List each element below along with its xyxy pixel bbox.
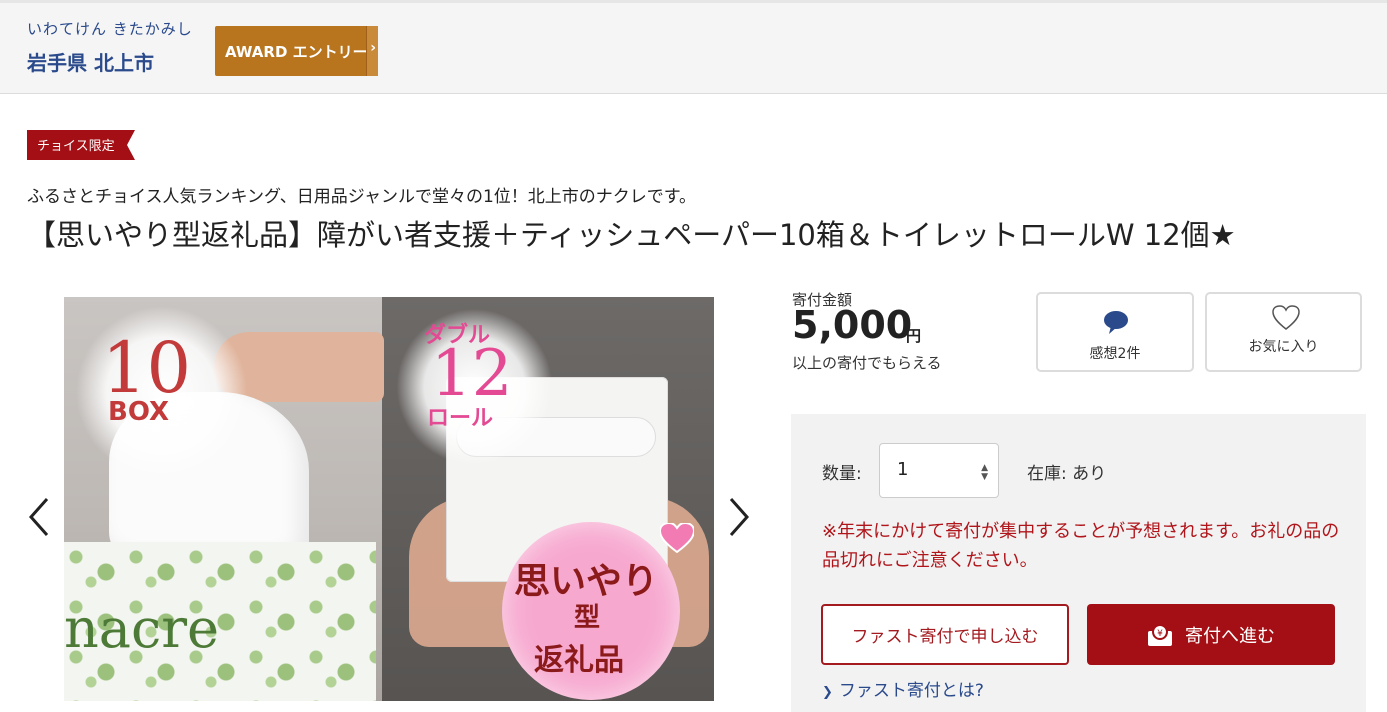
fast-donation-info-label: ファスト寄付とは?	[838, 681, 984, 701]
quantity-label: 数量:	[822, 464, 862, 484]
box-unit: BOX	[108, 397, 170, 427]
reviews-button[interactable]: 感想2件	[1036, 292, 1194, 372]
area-name[interactable]: 岩手県 北上市	[27, 47, 154, 76]
gift-icon: ¥	[1148, 623, 1172, 646]
price-note: 以上の寄付でもらえる	[792, 354, 942, 372]
svg-text:¥: ¥	[1157, 629, 1163, 639]
limited-badge-label: チョイス限定	[37, 139, 115, 154]
chevron-left-icon[interactable]	[28, 497, 50, 537]
brand-logo: nacre	[64, 597, 219, 660]
limited-badge: チョイス限定	[27, 130, 135, 160]
reviews-label: 感想2件	[1089, 346, 1141, 362]
heart-icon	[660, 523, 694, 553]
fast-donation-info-link[interactable]: ❯ ファスト寄付とは?	[822, 676, 984, 701]
chevron-right-icon: ›	[370, 40, 376, 56]
favorite-button[interactable]: お気に入り	[1205, 292, 1362, 372]
donate-button[interactable]: ¥ 寄付へ進む	[1087, 604, 1335, 665]
heart-icon	[1272, 305, 1300, 330]
tissue-box-shape: nacre	[64, 542, 376, 701]
quantity-value: 1	[897, 459, 909, 480]
product-image[interactable]: nacre 10 BOX ダブル 12 ロール 思いやり 型 返礼品	[64, 297, 714, 701]
comment-icon	[1104, 311, 1128, 334]
roll-unit: ロール	[427, 406, 494, 431]
product-subtitle: ふるさとチョイス人気ランキング、日用品ジャンルで堂々の1位！北上市のナクレです。	[27, 187, 697, 207]
fast-donation-button[interactable]: ファスト寄付で申し込む	[821, 604, 1069, 665]
quantity-select[interactable]: 1 ▲ ▼	[879, 443, 999, 498]
area-kana: いわてけん きたかみし	[27, 20, 193, 38]
site-header: いわてけん きたかみし 岩手県 北上市 AWARD エントリー ›	[0, 0, 1387, 94]
favorite-label: お気に入り	[1248, 339, 1319, 355]
fast-donation-label: ファスト寄付で申し込む	[851, 627, 1039, 647]
stock-status: 在庫: あり	[1027, 464, 1107, 484]
donate-label: 寄付へ進む	[1185, 625, 1275, 647]
price-value: 5,000	[792, 303, 913, 347]
chevron-right-icon: ❯	[822, 685, 833, 700]
chevron-right-icon[interactable]	[728, 497, 750, 537]
award-entry-label: AWARD エントリー	[225, 42, 368, 61]
stock-notice: ※年末にかけて寄付が集中することが予想されます。お礼の品の品切れにご注意ください…	[822, 521, 1340, 571]
product-title: 【思いやり型返礼品】障がい者支援＋ティッシュペーパー10箱＆トイレットロールW …	[27, 218, 1236, 252]
spinner-icon: ▲ ▼	[981, 463, 988, 482]
price-unit: 円	[906, 327, 922, 345]
circle-text-line3: 返礼品	[534, 643, 624, 678]
award-entry-button[interactable]: AWARD エントリー ›	[215, 26, 378, 76]
circle-text-line2: 型	[574, 603, 601, 633]
